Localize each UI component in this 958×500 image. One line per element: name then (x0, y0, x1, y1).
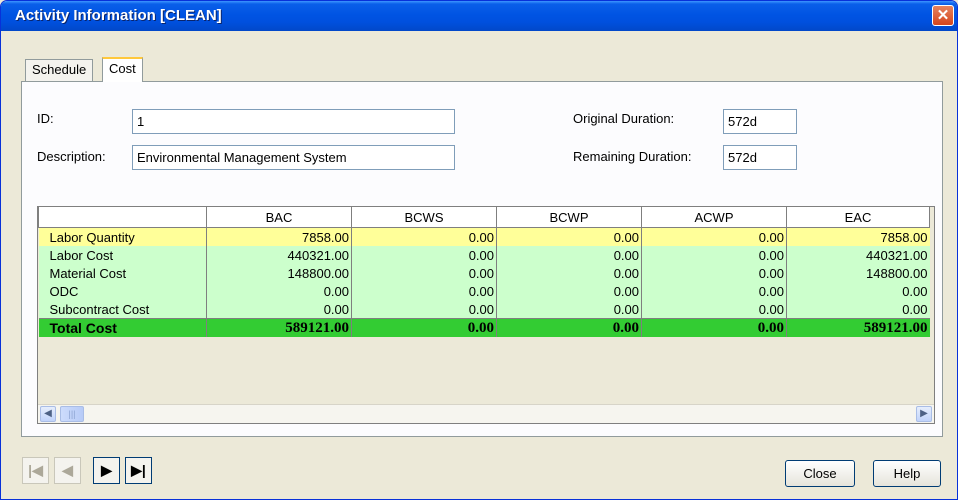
table-cell[interactable]: 148800.00 (786, 264, 930, 282)
row-label: Labor Quantity (38, 227, 207, 246)
remaining-duration-label: Remaining Duration: (573, 149, 692, 164)
table-cell[interactable]: 0.00 (351, 300, 497, 319)
table-cell[interactable]: 0.00 (786, 282, 930, 300)
horizontal-scrollbar[interactable]: ◀ ||| ▶ (38, 404, 934, 423)
table-cell[interactable]: 0.00 (786, 300, 930, 319)
remaining-duration-field[interactable]: 572d (723, 145, 797, 170)
scrollbar-thumb[interactable]: ||| (60, 406, 84, 422)
total-row[interactable]: Total Cost 589121.00 0.00 0.00 0.00 5891… (38, 318, 930, 337)
table-cell[interactable]: 148800.00 (206, 264, 352, 282)
cost-table: BAC BCWS BCWP ACWP EAC Labor Quantity 78… (38, 207, 930, 337)
column-header[interactable] (38, 207, 207, 228)
row-label: Subcontract Cost (38, 300, 207, 319)
next-record-icon[interactable]: ▶ (93, 457, 120, 484)
tab-schedule[interactable]: Schedule (25, 59, 94, 81)
table-cell[interactable]: 7858.00 (786, 227, 930, 246)
row-label: Total Cost (38, 318, 207, 337)
row-label: Labor Cost (38, 246, 207, 264)
cost-grid[interactable]: BAC BCWS BCWP ACWP EAC Labor Quantity 78… (37, 206, 935, 424)
first-record-icon[interactable]: |◀ (22, 457, 49, 484)
table-cell[interactable]: 0.00 (641, 264, 787, 282)
table-cell[interactable]: 0.00 (496, 227, 642, 246)
column-header-acwp[interactable]: ACWP (641, 207, 787, 228)
table-cell[interactable]: 0.00 (641, 227, 787, 246)
table-cell[interactable]: 0.00 (351, 227, 497, 246)
column-header-bcws[interactable]: BCWS (351, 207, 497, 228)
table-cell[interactable]: 0.00 (641, 282, 787, 300)
description-field[interactable]: Environmental Management System (132, 145, 455, 170)
table-cell[interactable]: 0.00 (351, 246, 497, 264)
table-cell[interactable]: 0.00 (206, 300, 352, 319)
table-header-row: BAC BCWS BCWP ACWP EAC (38, 207, 930, 228)
table-row[interactable]: ODC 0.00 0.00 0.00 0.00 0.00 (38, 282, 930, 300)
table-row[interactable]: Subcontract Cost 0.00 0.00 0.00 0.00 0.0… (38, 300, 930, 319)
table-cell[interactable]: 0.00 (496, 246, 642, 264)
table-cell[interactable]: 0.00 (496, 300, 642, 319)
table-cell[interactable]: 0.00 (641, 246, 787, 264)
table-row[interactable]: Material Cost 148800.00 0.00 0.00 0.00 1… (38, 264, 930, 282)
table-cell[interactable]: 0.00 (496, 318, 642, 337)
table-cell[interactable]: 0.00 (641, 300, 787, 319)
tab-cost[interactable]: Cost (102, 57, 143, 82)
table-row[interactable]: Labor Cost 440321.00 0.00 0.00 0.00 4403… (38, 246, 930, 264)
help-button[interactable]: Help (873, 460, 941, 487)
column-header-eac[interactable]: EAC (786, 207, 930, 228)
title-bar[interactable]: Activity Information [CLEAN] ✕ (1, 1, 957, 31)
column-header-bac[interactable]: BAC (206, 207, 352, 228)
table-cell[interactable]: 440321.00 (786, 246, 930, 264)
scroll-right-icon[interactable]: ▶ (916, 406, 932, 422)
row-label: ODC (38, 282, 207, 300)
scroll-left-icon[interactable]: ◀ (40, 406, 56, 422)
table-cell[interactable]: 0.00 (496, 282, 642, 300)
description-label: Description: (37, 149, 106, 164)
window-title: Activity Information [CLEAN] (15, 7, 222, 24)
table-row[interactable]: Labor Quantity 7858.00 0.00 0.00 0.00 78… (38, 227, 930, 246)
id-label: ID: (37, 111, 54, 126)
original-duration-field[interactable]: 572d (723, 109, 797, 134)
table-cell[interactable]: 0.00 (351, 264, 497, 282)
close-icon[interactable]: ✕ (932, 5, 954, 26)
id-field[interactable]: 1 (132, 109, 455, 134)
table-cell[interactable]: 7858.00 (206, 227, 352, 246)
table-cell[interactable]: 0.00 (641, 318, 787, 337)
table-cell[interactable]: 0.00 (206, 282, 352, 300)
table-cell[interactable]: 0.00 (351, 282, 497, 300)
table-cell[interactable]: 589121.00 (206, 318, 352, 337)
activity-information-dialog: Activity Information [CLEAN] ✕ Schedule … (0, 0, 958, 500)
table-cell[interactable]: 0.00 (351, 318, 497, 337)
last-record-icon[interactable]: ▶| (125, 457, 152, 484)
table-cell[interactable]: 440321.00 (206, 246, 352, 264)
column-header-bcwp[interactable]: BCWP (496, 207, 642, 228)
table-cell[interactable]: 589121.00 (786, 318, 930, 337)
close-button[interactable]: Close (785, 460, 855, 487)
table-cell[interactable]: 0.00 (496, 264, 642, 282)
row-label: Material Cost (38, 264, 207, 282)
previous-record-icon[interactable]: ◀ (54, 457, 81, 484)
original-duration-label: Original Duration: (573, 111, 675, 126)
